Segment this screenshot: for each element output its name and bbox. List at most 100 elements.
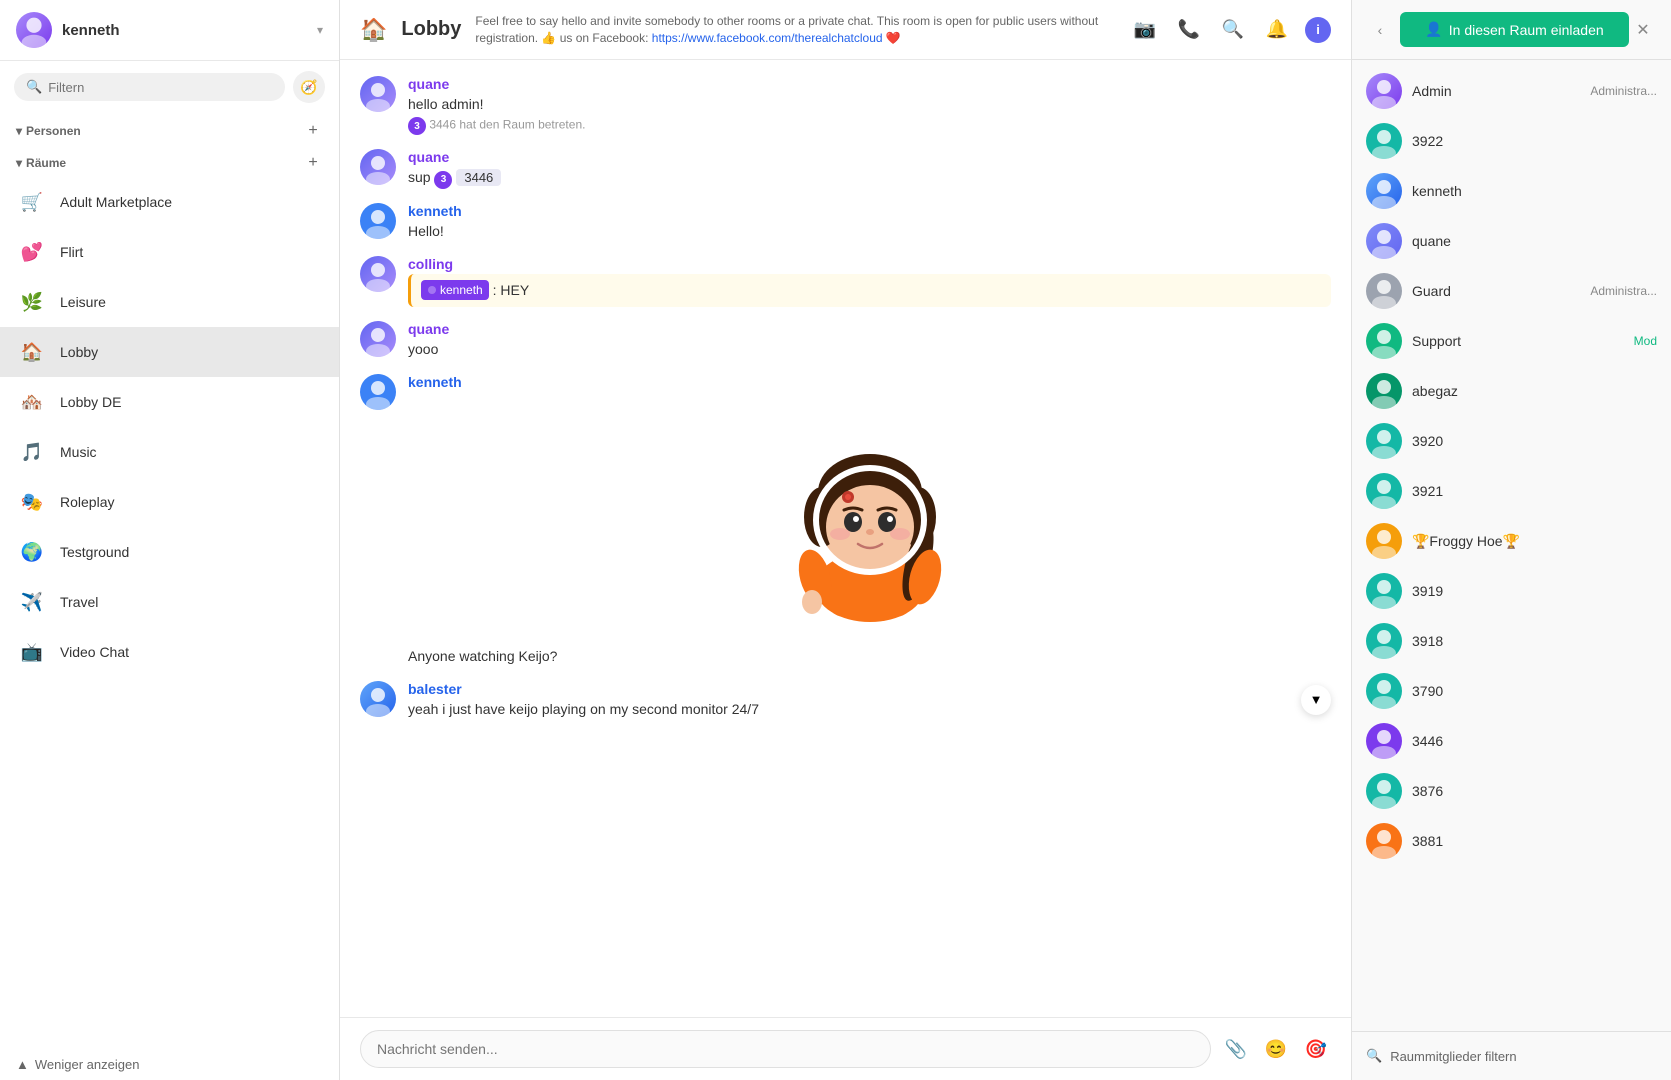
member-name-3918: 3918 [1412, 633, 1657, 649]
sidebar-item-lobby-de[interactable]: 🏘️ Lobby DE [0, 377, 339, 427]
member-item-support[interactable]: Support Mod [1352, 316, 1671, 366]
right-panel: ‹ 👤 In diesen Raum einladen ✕ Admin Admi… [1351, 0, 1671, 1080]
member-item-guard[interactable]: Guard Administra... [1352, 266, 1671, 316]
member-item-3919[interactable]: 3919 [1352, 566, 1671, 616]
member-avatar-3918 [1366, 623, 1402, 659]
facebook-link[interactable]: https://www.facebook.com/therealchatclou… [652, 31, 883, 45]
add-personen-button[interactable]: + [303, 121, 323, 141]
room-name-music: Music [60, 444, 97, 460]
message-username: quane [408, 321, 1331, 337]
sidebar-item-roleplay[interactable]: 🎭 Roleplay [0, 477, 339, 527]
search-input[interactable] [48, 80, 273, 95]
room-name-adult-marketplace: Adult Marketplace [60, 194, 172, 210]
member-role-guard: Administra... [1590, 284, 1657, 298]
message-text: yooo [408, 339, 1331, 360]
video-call-icon[interactable]: 📷 [1129, 14, 1161, 46]
badge: 3 [408, 117, 426, 135]
invite-button[interactable]: 👤 In diesen Raum einladen [1400, 12, 1629, 47]
header-actions: 📷 📞 🔍 🔔 i [1129, 14, 1331, 46]
message-content: quane sup 3 3446 [408, 149, 1331, 189]
add-raum-button[interactable]: + [303, 153, 323, 173]
member-avatar-support [1366, 323, 1402, 359]
room-icon-lobby: 🏠 [16, 336, 48, 368]
sidebar-search: 🔍 🧭 [0, 61, 339, 113]
search-input-wrap[interactable]: 🔍 [14, 73, 285, 101]
member-item-3881[interactable]: 3881 [1352, 816, 1671, 866]
chat-header: 🏠 Lobby Feel free to say hello and invit… [340, 0, 1351, 60]
room-icon-testground: 🌍 [16, 536, 48, 568]
info-icon[interactable]: i [1305, 17, 1331, 43]
collapse-panel-button[interactable]: ‹ [1366, 16, 1394, 44]
sidebar-item-flirt[interactable]: 💕 Flirt [0, 227, 339, 277]
sidebar-item-testground[interactable]: 🌍 Testground [0, 527, 339, 577]
member-item-3446[interactable]: 3446 [1352, 716, 1671, 766]
scroll-down-button[interactable]: ▼ [1301, 685, 1331, 715]
mention-tag: kenneth [421, 280, 489, 300]
member-name-3790: 3790 [1412, 683, 1657, 699]
raeume-section-header[interactable]: ▾ Räume + [0, 145, 339, 177]
sidebar-item-video-chat[interactable]: 📺 Video Chat [0, 627, 339, 677]
member-role-admin: Administra... [1590, 84, 1657, 98]
member-item-quane[interactable]: quane [1352, 216, 1671, 266]
member-name-abegaz: abegaz [1412, 383, 1657, 399]
filter-members-button[interactable]: 🔍 Raummitglieder filtern [1366, 1042, 1657, 1070]
close-panel-button[interactable]: ✕ [1629, 16, 1657, 44]
member-item-3876[interactable]: 3876 [1352, 766, 1671, 816]
member-item-3790[interactable]: 3790 [1352, 666, 1671, 716]
message-text: Hello! [408, 221, 1331, 242]
member-item-abegaz[interactable]: abegaz [1352, 366, 1671, 416]
message-username: balester [408, 681, 1289, 697]
sidebar-username: kenneth [62, 22, 307, 39]
room-icon-flirt: 💕 [16, 236, 48, 268]
notification-icon[interactable]: 🔔 [1261, 14, 1293, 46]
badge: 3 [434, 171, 452, 189]
member-item-3922[interactable]: 3922 [1352, 116, 1671, 166]
member-item-3920[interactable]: 3920 [1352, 416, 1671, 466]
emoji-icon[interactable]: 😊 [1261, 1034, 1291, 1064]
member-list: Admin Administra... 3922 kenneth quane G… [1352, 60, 1671, 1031]
member-item-3921[interactable]: 3921 [1352, 466, 1671, 516]
sidebar-item-adult-marketplace[interactable]: 🛒 Adult Marketplace [0, 177, 339, 227]
member-avatar-3922 [1366, 123, 1402, 159]
message-item: colling kenneth : HEY [360, 256, 1331, 307]
message-content: quane hello admin! 3 3446 hat den Raum b… [408, 76, 1331, 135]
room-icon-travel: ✈️ [16, 586, 48, 618]
personen-section-header[interactable]: ▾ Personen + [0, 113, 339, 145]
phone-icon[interactable]: 📞 [1173, 14, 1205, 46]
message-item: quane yooo [360, 321, 1331, 360]
member-avatar-3919 [1366, 573, 1402, 609]
chevron-down-icon[interactable]: ▾ [317, 23, 323, 37]
search-icon[interactable]: 🔍 [1217, 14, 1249, 46]
room-name-video-chat: Video Chat [60, 644, 129, 660]
message-content: kenneth [408, 374, 1331, 632]
sidebar-item-travel[interactable]: ✈️ Travel [0, 577, 339, 627]
room-icon-lobby-de: 🏘️ [16, 386, 48, 418]
sidebar-item-lobby[interactable]: 🏠 Lobby [0, 327, 339, 377]
less-rooms-label: Weniger anzeigen [35, 1057, 140, 1072]
member-name-3920: 3920 [1412, 433, 1657, 449]
message-input[interactable] [360, 1030, 1211, 1068]
member-item-3918[interactable]: 3918 [1352, 616, 1671, 666]
sticker-icon[interactable]: 🎯 [1301, 1034, 1331, 1064]
member-item-kenneth[interactable]: kenneth [1352, 166, 1671, 216]
message-avatar [360, 374, 396, 410]
member-avatar-3790 [1366, 673, 1402, 709]
message-avatar [360, 256, 396, 292]
message-item: Anyone watching Keijo? [360, 646, 1331, 667]
member-name-guard: Guard [1412, 283, 1580, 299]
main-chat: 🏠 Lobby Feel free to say hello and invit… [340, 0, 1351, 1080]
member-item-froggy[interactable]: 🏆Froggy Hoe🏆 [1352, 516, 1671, 566]
less-rooms-toggle[interactable]: ▲ Weniger anzeigen [0, 1049, 339, 1080]
compass-icon-btn[interactable]: 🧭 [293, 71, 325, 103]
member-item-admin[interactable]: Admin Administra... [1352, 66, 1671, 116]
member-avatar-kenneth [1366, 173, 1402, 209]
sidebar: kenneth ▾ 🔍 🧭 ▾ Personen + ▾ Räume + 🛒 A… [0, 0, 340, 1080]
member-avatar-guard [1366, 273, 1402, 309]
sidebar-item-leisure[interactable]: 🌿 Leisure [0, 277, 339, 327]
sidebar-item-music[interactable]: 🎵 Music [0, 427, 339, 477]
member-avatar-admin [1366, 73, 1402, 109]
member-avatar-3446 [1366, 723, 1402, 759]
member-name-3446: 3446 [1412, 733, 1657, 749]
message-item: quane hello admin! 3 3446 hat den Raum b… [360, 76, 1331, 135]
attachment-icon[interactable]: 📎 [1221, 1034, 1251, 1064]
